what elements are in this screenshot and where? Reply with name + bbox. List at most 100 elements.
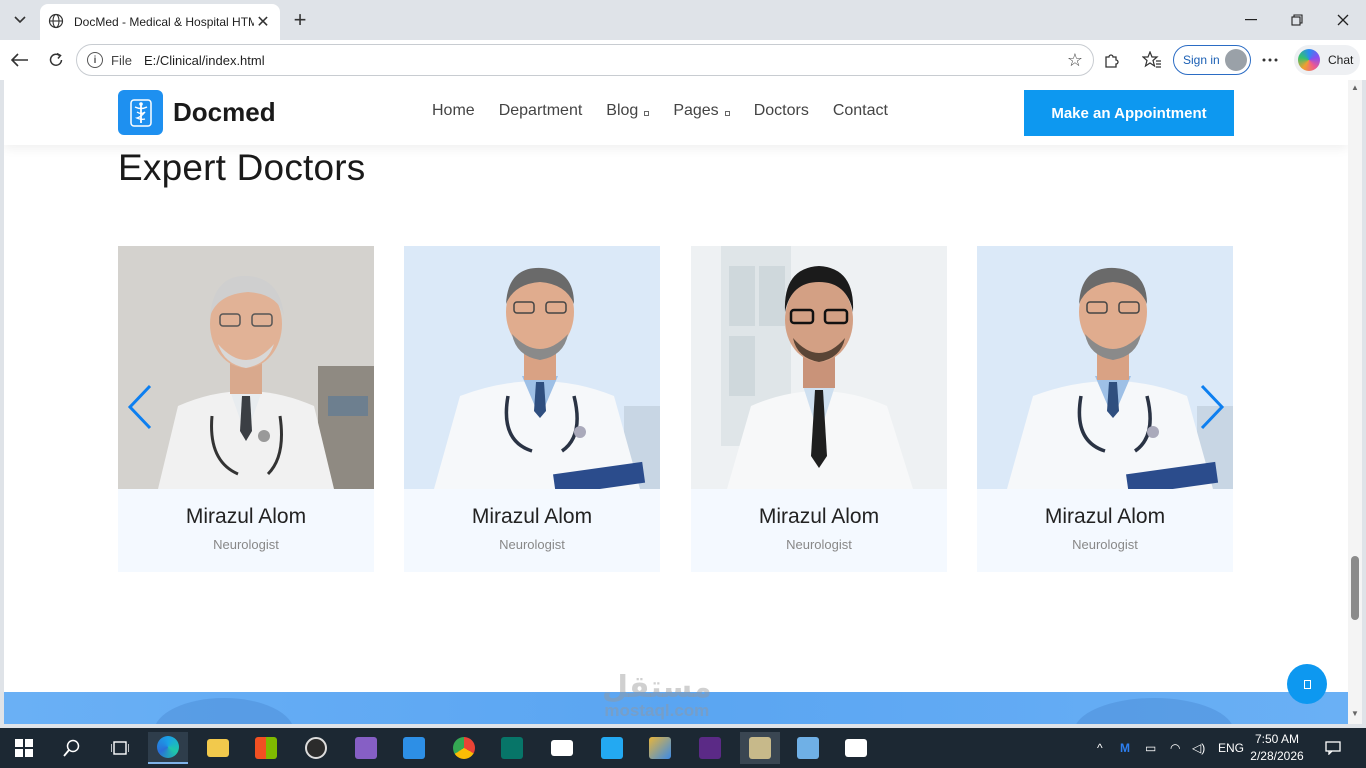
doctor-card[interactable]: Mirazul Alom Neurologist (118, 246, 374, 572)
page-scrollbar[interactable]: ▲ ▼ (1348, 80, 1362, 724)
taskbar-publisher[interactable] (492, 732, 532, 764)
start-button[interactable] (4, 732, 44, 764)
address-scheme-label: File (111, 52, 132, 68)
doctor-card[interactable]: Mirazul Alom Neurologist (691, 246, 947, 572)
globe-icon (48, 13, 66, 31)
info-icon[interactable]: i (87, 52, 103, 68)
doctor-name: Mirazul Alom (758, 505, 880, 528)
more-dots-icon (1262, 58, 1278, 62)
windows-logo-icon (15, 739, 33, 757)
doctor-name: Mirazul Alom (471, 505, 593, 528)
search-icon (63, 739, 80, 757)
wifi-icon[interactable]: ◠ (1170, 728, 1180, 768)
copilot-chat-button[interactable]: Chat (1294, 45, 1360, 75)
scrollbar-thumb[interactable] (1351, 556, 1359, 620)
favorites-icon (1142, 51, 1161, 68)
sign-in-button[interactable]: Sign in (1173, 45, 1251, 75)
tab-list-button[interactable] (6, 6, 34, 34)
doctor-photo (977, 246, 1233, 489)
make-appointment-button[interactable]: Make an Appointment (1024, 90, 1234, 136)
brand-logo-link[interactable]: Docmed (118, 90, 276, 135)
task-view-button[interactable] (100, 732, 140, 764)
app-icon (749, 737, 771, 759)
close-tab-icon[interactable]: ✕ (254, 13, 272, 31)
doctor-info: Mirazul Alom Neurologist (977, 489, 1233, 572)
close-window-button[interactable] (1320, 0, 1366, 40)
search-button[interactable] (52, 732, 92, 764)
address-bar[interactable]: i File E:/Clinical/index.html ☆ (76, 44, 1094, 76)
dropdown-icon (724, 110, 730, 116)
chevron-down-icon (14, 16, 26, 24)
taskbar-edge[interactable] (148, 732, 188, 764)
minimize-icon (1245, 19, 1257, 21)
doctor-photo (118, 246, 374, 489)
refresh-button[interactable] (42, 46, 70, 74)
clock-time: 7:50 AM (1254, 732, 1300, 746)
close-icon (1337, 14, 1349, 26)
taskbar-store[interactable] (246, 732, 286, 764)
visual-studio-icon (355, 737, 377, 759)
taskbar-obs[interactable] (296, 732, 336, 764)
taskbar-app-purple[interactable] (690, 732, 730, 764)
taskbar-file-explorer[interactable] (198, 732, 238, 764)
favorite-star-icon[interactable]: ☆ (1065, 50, 1085, 70)
nav-contact[interactable]: Contact (833, 102, 888, 120)
favorites-button[interactable] (1138, 46, 1166, 74)
taskbar-app-blue[interactable] (394, 732, 434, 764)
caduceus-icon (118, 90, 163, 135)
back-button[interactable] (6, 46, 34, 74)
chrome-icon (453, 737, 475, 759)
taskbar-app-image[interactable] (836, 732, 876, 764)
camera-icon (551, 740, 573, 756)
app-icon (797, 737, 819, 759)
folder-icon (207, 739, 229, 757)
taskbar-app-calendar[interactable] (740, 732, 780, 764)
doctor-card[interactable]: Mirazul Alom Neurologist (404, 246, 660, 572)
scroll-to-top-button[interactable] (1287, 664, 1327, 704)
doctor-role: Neurologist (1072, 537, 1138, 552)
address-url[interactable]: E:/Clinical/index.html (144, 53, 265, 68)
doctor-name: Mirazul Alom (1044, 505, 1166, 528)
browser-tab-active[interactable]: DocMed - Medical & Hospital HTML ✕ (40, 4, 280, 40)
doctor-card[interactable]: Mirazul Alom Neurologist (977, 246, 1233, 572)
taskbar-chrome[interactable] (444, 732, 484, 764)
more-options-button[interactable] (1256, 46, 1284, 74)
scroll-up-arrow-icon[interactable]: ▲ (1351, 84, 1359, 92)
volume-icon[interactable]: ◁) (1192, 728, 1205, 768)
carousel-prev-button[interactable] (126, 382, 156, 432)
nav-home[interactable]: Home (432, 102, 475, 120)
taskbar-app-photos[interactable] (788, 732, 828, 764)
new-tab-button[interactable]: + (288, 7, 312, 32)
profile-avatar-icon (1225, 49, 1247, 71)
restore-button[interactable] (1274, 0, 1320, 40)
doctor-role: Neurologist (499, 537, 565, 552)
nav-pages[interactable]: Pages (673, 102, 730, 120)
main-nav: Home Department Blog Pages Doctors Conta… (432, 102, 912, 120)
nav-department[interactable]: Department (499, 102, 583, 120)
watermark-arabic: مستقل (602, 671, 712, 704)
taskbar-visual-studio[interactable] (346, 732, 386, 764)
notifications-icon[interactable] (1325, 728, 1341, 768)
extensions-button[interactable] (1098, 46, 1126, 74)
minimize-button[interactable] (1228, 0, 1274, 40)
app-icon (699, 737, 721, 759)
taskbar-vscode[interactable] (592, 732, 632, 764)
tray-overflow-icon[interactable]: ^ (1097, 728, 1103, 768)
browser-toolbar: i File E:/Clinical/index.html ☆ Sign in … (0, 40, 1366, 80)
vscode-icon (601, 737, 623, 759)
tray-app-icon[interactable]: M (1120, 728, 1130, 768)
chevron-left-icon (127, 384, 152, 430)
taskbar-camera[interactable] (542, 732, 582, 764)
battery-icon[interactable]: ▭ (1145, 728, 1156, 768)
scroll-down-arrow-icon[interactable]: ▼ (1351, 710, 1359, 718)
brand-name: Docmed (173, 97, 276, 127)
browser-tab-bar: DocMed - Medical & Hospital HTML ✕ + (0, 0, 1366, 40)
nav-blog[interactable]: Blog (606, 102, 650, 120)
system-clock[interactable]: 7:50 AM 2/28/2026 (1244, 731, 1310, 765)
language-indicator[interactable]: ENG (1218, 728, 1244, 768)
restore-icon (1291, 14, 1303, 26)
carousel-next-button[interactable] (1196, 382, 1226, 432)
puzzle-icon (1105, 54, 1119, 68)
nav-doctors[interactable]: Doctors (754, 102, 809, 120)
taskbar-sketch-app[interactable] (640, 732, 680, 764)
